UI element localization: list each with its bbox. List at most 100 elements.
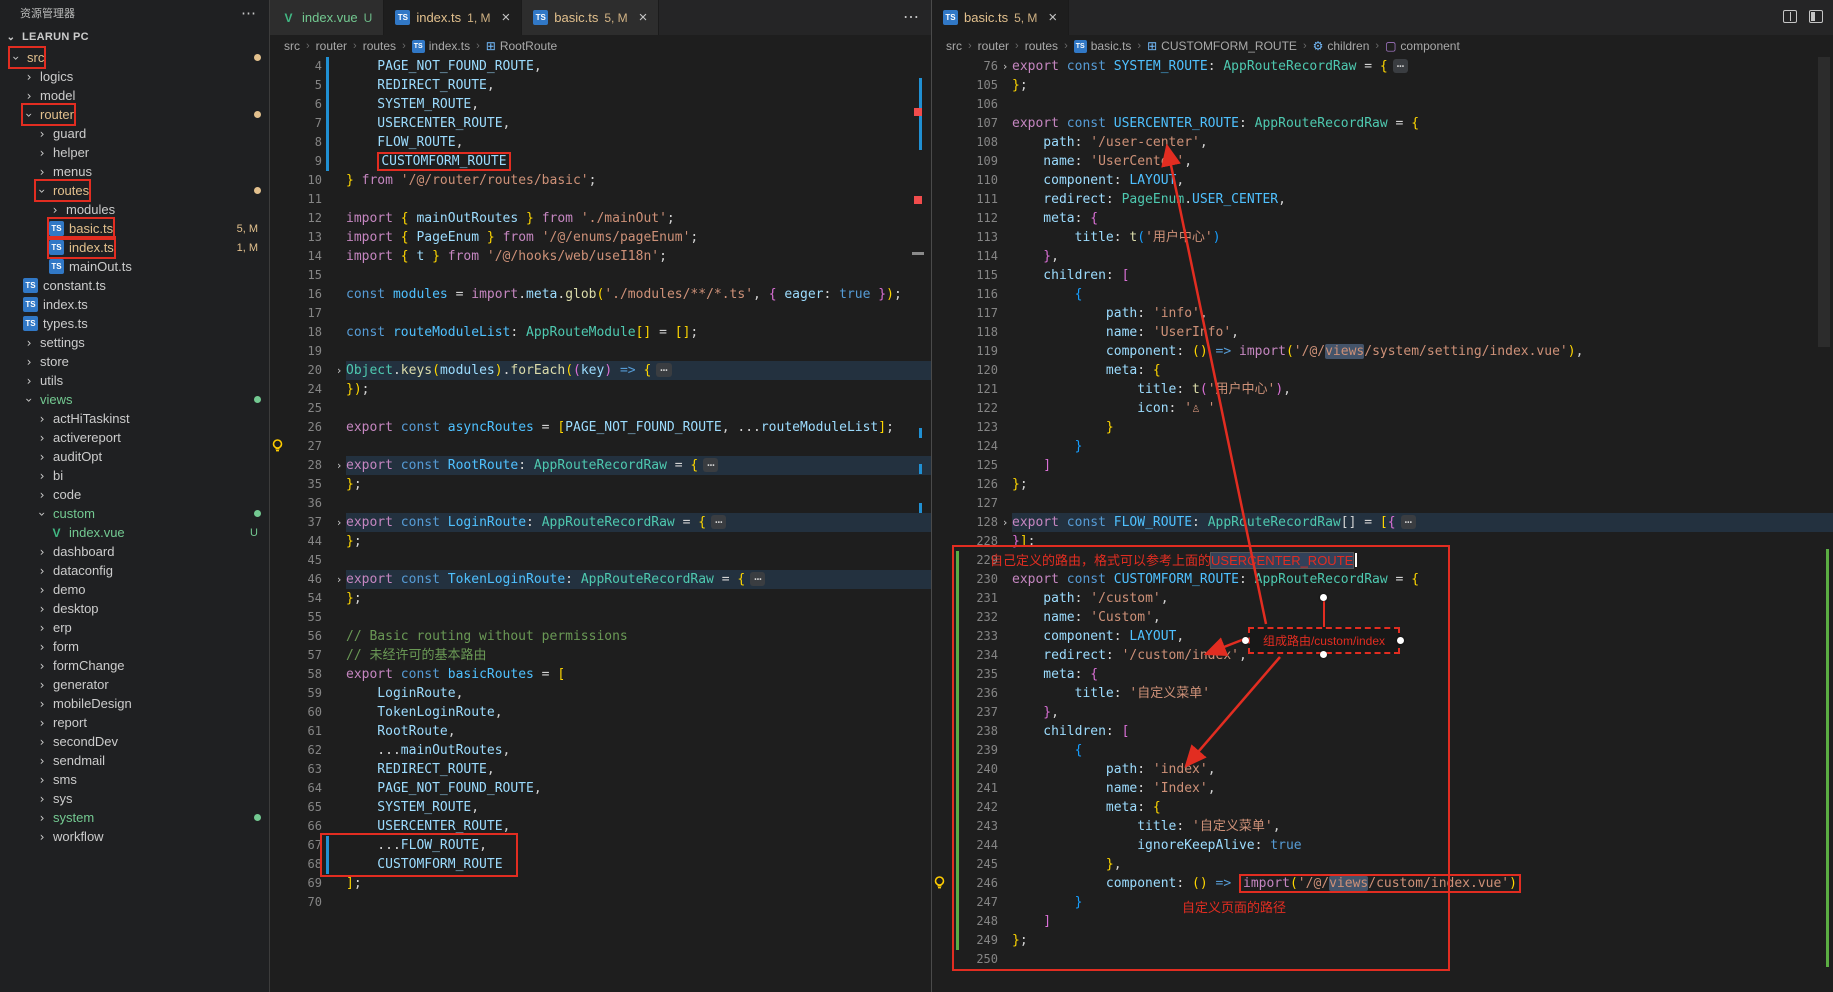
- folded-code-ellipsis[interactable]: ⋯: [703, 458, 718, 472]
- workspace-section-header[interactable]: ⌄ LEARUN PC: [0, 26, 269, 48]
- breadcrumb-item-router[interactable]: router: [316, 39, 347, 53]
- tree-item-basic.ts[interactable]: TSbasic.ts5, M: [0, 219, 269, 238]
- tree-item-secondDev[interactable]: ›secondDev: [0, 732, 269, 751]
- code-line-27[interactable]: 27: [270, 437, 931, 456]
- tree-item-sendmail[interactable]: ›sendmail: [0, 751, 269, 770]
- code-line-12[interactable]: 12import { mainOutRoutes } from './mainO…: [270, 209, 931, 228]
- code-line-19[interactable]: 19: [270, 342, 931, 361]
- code-line-118[interactable]: 118 name: 'UserInfo',: [932, 323, 1833, 342]
- code-line-55[interactable]: 55: [270, 608, 931, 627]
- tree-item-views[interactable]: ›views: [0, 390, 269, 409]
- fold-chevron-icon[interactable]: ›: [332, 456, 346, 475]
- tree-item-formChange[interactable]: ›formChange: [0, 656, 269, 675]
- code-line-24[interactable]: 24});: [270, 380, 931, 399]
- code-line-235[interactable]: 235 meta: {: [932, 665, 1833, 684]
- tree-item-mobileDesign[interactable]: ›mobileDesign: [0, 694, 269, 713]
- code-line-249[interactable]: 249};: [932, 931, 1833, 950]
- code-line-62[interactable]: 62 ...mainOutRoutes,: [270, 741, 931, 760]
- code-line-63[interactable]: 63 REDIRECT_ROUTE,: [270, 760, 931, 779]
- folded-code-ellipsis[interactable]: ⋯: [711, 515, 726, 529]
- fold-chevron-icon[interactable]: ›: [332, 361, 346, 380]
- code-line-244[interactable]: 244 ignoreKeepAlive: true: [932, 836, 1833, 855]
- close-icon[interactable]: ×: [639, 9, 648, 26]
- tree-item-desktop[interactable]: ›desktop: [0, 599, 269, 618]
- code-line-122[interactable]: 122 icon: '♙ ': [932, 399, 1833, 418]
- code-line-240[interactable]: 240 path: 'index',: [932, 760, 1833, 779]
- code-line-108[interactable]: 108 path: '/user-center',: [932, 133, 1833, 152]
- tree-item-src[interactable]: ›src: [0, 48, 269, 67]
- code-line-228[interactable]: 228}];: [932, 532, 1833, 551]
- tree-item-custom[interactable]: ›custom: [0, 504, 269, 523]
- tree-item-erp[interactable]: ›erp: [0, 618, 269, 637]
- tree-item-dashboard[interactable]: ›dashboard: [0, 542, 269, 561]
- code-line-13[interactable]: 13import { PageEnum } from '/@/enums/pag…: [270, 228, 931, 247]
- tree-item-routes[interactable]: ›routes: [0, 181, 269, 200]
- tree-item-menus[interactable]: ›menus: [0, 162, 269, 181]
- code-line-44[interactable]: 44};: [270, 532, 931, 551]
- code-line-61[interactable]: 61 RootRoute,: [270, 722, 931, 741]
- more-tabs-icon[interactable]: ⋯: [903, 7, 919, 27]
- code-line-237[interactable]: 237 },: [932, 703, 1833, 722]
- tree-item-utils[interactable]: ›utils: [0, 371, 269, 390]
- code-line-247[interactable]: 247 }: [932, 893, 1833, 912]
- fold-chevron-icon[interactable]: ›: [332, 513, 346, 532]
- code-line-238[interactable]: 238 children: [: [932, 722, 1833, 741]
- tab-index.ts[interactable]: TSindex.ts1, M×: [384, 0, 522, 35]
- code-area-right[interactable]: 76›export const SYSTEM_ROUTE: AppRouteRe…: [932, 57, 1833, 969]
- code-line-36[interactable]: 36: [270, 494, 931, 513]
- code-line-68[interactable]: 68 CUSTOMFORM_ROUTE: [270, 855, 931, 874]
- code-line-9[interactable]: 9 CUSTOMFORM_ROUTE: [270, 152, 931, 171]
- code-line-248[interactable]: 248 ]: [932, 912, 1833, 931]
- tree-item-workflow[interactable]: ›workflow: [0, 827, 269, 846]
- tree-item-form[interactable]: ›form: [0, 637, 269, 656]
- code-line-128[interactable]: 128›export const FLOW_ROUTE: AppRouteRec…: [932, 513, 1833, 532]
- close-icon[interactable]: ×: [1048, 9, 1057, 26]
- tree-item-constant.ts[interactable]: TSconstant.ts: [0, 276, 269, 295]
- code-line-15[interactable]: 15: [270, 266, 931, 285]
- tree-item-index.ts[interactable]: TSindex.ts1, M: [0, 238, 269, 257]
- code-line-5[interactable]: 5 REDIRECT_ROUTE,: [270, 76, 931, 95]
- code-line-230[interactable]: 230export const CUSTOMFORM_ROUTE: AppRou…: [932, 570, 1833, 589]
- code-line-16[interactable]: 16const modules = import.meta.glob('./mo…: [270, 285, 931, 304]
- breadcrumb-item-router[interactable]: router: [978, 39, 1009, 53]
- tree-item-report[interactable]: ›report: [0, 713, 269, 732]
- code-line-18[interactable]: 18const routeModuleList: AppRouteModule[…: [270, 323, 931, 342]
- tree-item-generator[interactable]: ›generator: [0, 675, 269, 694]
- code-line-117[interactable]: 117 path: 'info',: [932, 304, 1833, 323]
- breadcrumb-item-RootRoute[interactable]: ⊞RootRoute: [486, 39, 557, 53]
- code-line-114[interactable]: 114 },: [932, 247, 1833, 266]
- code-line-116[interactable]: 116 {: [932, 285, 1833, 304]
- code-line-232[interactable]: 232 name: 'Custom',: [932, 608, 1833, 627]
- breadcrumb-item-src[interactable]: src: [284, 39, 300, 53]
- code-line-58[interactable]: 58export const basicRoutes = [: [270, 665, 931, 684]
- code-line-105[interactable]: 105};: [932, 76, 1833, 95]
- tree-item-system[interactable]: ›system: [0, 808, 269, 827]
- code-line-250[interactable]: 250: [932, 950, 1833, 969]
- tree-item-index.ts[interactable]: TSindex.ts: [0, 295, 269, 314]
- code-line-243[interactable]: 243 title: '自定义菜单',: [932, 817, 1833, 836]
- code-line-6[interactable]: 6 SYSTEM_ROUTE,: [270, 95, 931, 114]
- tree-item-guard[interactable]: ›guard: [0, 124, 269, 143]
- code-line-229[interactable]: 229: [932, 551, 1833, 570]
- tree-item-types.ts[interactable]: TStypes.ts: [0, 314, 269, 333]
- code-line-112[interactable]: 112 meta: {: [932, 209, 1833, 228]
- code-line-125[interactable]: 125 ]: [932, 456, 1833, 475]
- code-line-60[interactable]: 60 TokenLoginRoute,: [270, 703, 931, 722]
- code-line-231[interactable]: 231 path: '/custom',: [932, 589, 1833, 608]
- code-line-14[interactable]: 14import { t } from '/@/hooks/web/useI18…: [270, 247, 931, 266]
- code-line-107[interactable]: 107export const USERCENTER_ROUTE: AppRou…: [932, 114, 1833, 133]
- tree-item-dataconfig[interactable]: ›dataconfig: [0, 561, 269, 580]
- tab-basic.ts[interactable]: TSbasic.ts5, M×: [522, 0, 659, 35]
- code-line-242[interactable]: 242 meta: {: [932, 798, 1833, 817]
- tree-item-activereport[interactable]: ›activereport: [0, 428, 269, 447]
- code-line-111[interactable]: 111 redirect: PageEnum.USER_CENTER,: [932, 190, 1833, 209]
- code-line-17[interactable]: 17: [270, 304, 931, 323]
- code-line-241[interactable]: 241 name: 'Index',: [932, 779, 1833, 798]
- breadcrumb-item-routes[interactable]: routes: [1025, 39, 1058, 53]
- code-line-245[interactable]: 245 },: [932, 855, 1833, 874]
- code-line-54[interactable]: 54};: [270, 589, 931, 608]
- close-icon[interactable]: ×: [501, 9, 510, 26]
- code-line-11[interactable]: 11: [270, 190, 931, 209]
- tree-item-logics[interactable]: ›logics: [0, 67, 269, 86]
- fold-chevron-icon[interactable]: ›: [998, 57, 1012, 76]
